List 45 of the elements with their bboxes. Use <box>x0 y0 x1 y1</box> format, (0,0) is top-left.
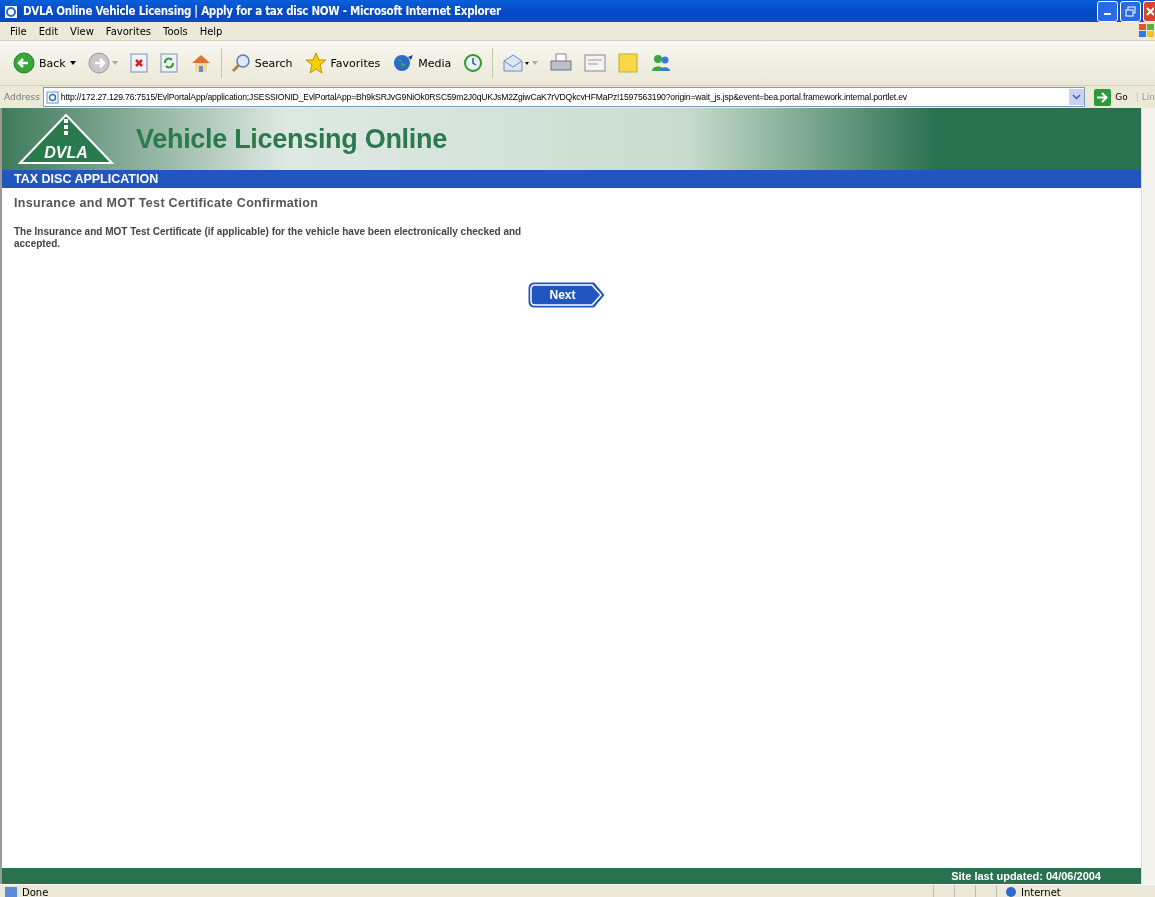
page-icon <box>45 90 59 104</box>
clock-icon[interactable] <box>463 53 484 73</box>
site-title: Vehicle Licensing Online <box>136 123 447 155</box>
confirmation-message: The Insurance and MOT Test Certificate (if applicable) for the vehicle have been electronically checked and accepted. <box>14 226 523 250</box>
minimize-button[interactable] <box>1097 0 1118 22</box>
browser-icon <box>4 3 19 19</box>
page-icon <box>4 885 18 897</box>
minimize-icon <box>1104 13 1111 15</box>
dropdown-button[interactable] <box>1069 89 1085 105</box>
toolbar-button[interactable]: Favorites <box>301 49 384 77</box>
restore-button[interactable] <box>1120 0 1141 22</box>
globe-icon[interactable] <box>392 53 415 73</box>
caret-icon <box>1072 94 1082 100</box>
globe-icon <box>1005 885 1017 897</box>
close-button[interactable] <box>1143 0 1155 22</box>
refresh-icon[interactable] <box>159 53 178 73</box>
close-icon <box>1145 5 1154 17</box>
window-title: DVLA Online Vehicle Licensing | Apply for a tax disc NOW - Microsoft Internet Explorer <box>23 4 501 18</box>
menu-item[interactable]: View <box>64 25 100 37</box>
envelope-icon[interactable] <box>502 53 531 73</box>
toolbar-button[interactable]: Media <box>389 49 455 77</box>
toolbar-button[interactable]: Back <box>10 49 79 77</box>
toolbar-button[interactable]: Search <box>227 49 296 77</box>
next-button[interactable]: Next <box>527 282 606 308</box>
restore-icon <box>1125 5 1136 17</box>
menu-item[interactable]: Edit <box>32 25 65 37</box>
go-button[interactable]: Go <box>1088 88 1134 106</box>
stop-icon[interactable] <box>129 53 148 73</box>
address-label: Address <box>4 92 40 102</box>
address-field[interactable]: http://172.27.129.76:7515/EvlPortalApp/application;JSESSIONID_EvlPortalApp=Bh9kSRJvG9NiOk0RSC59m2J0qUKJsM2ZgiwCaK7rVDQkcvHFMaPz!1597563190?origin=wait_js.jsp&event=bea.portal.framework.internal.portlet.ev <box>42 87 1086 107</box>
star-icon[interactable] <box>304 52 327 74</box>
last-updated-text: Site last updated: 04/06/2004 <box>951 870 1101 882</box>
menu-item[interactable]: Favorites <box>99 25 157 37</box>
people-icon[interactable] <box>650 53 673 73</box>
menu-item[interactable]: Tools <box>157 25 194 37</box>
menu-item[interactable]: Help <box>193 25 229 37</box>
section-bar: TAX DISC APPLICATION <box>2 170 1141 188</box>
printer-icon[interactable] <box>550 53 573 73</box>
status-text: Done <box>22 886 49 897</box>
menu-item[interactable]: File <box>4 25 33 37</box>
page-heading: Insurance and MOT Test Certificate Confirmation <box>14 196 320 210</box>
search-icon[interactable] <box>230 53 251 73</box>
zone-text: Internet <box>1021 886 1061 897</box>
arrow-icon <box>1094 88 1112 106</box>
dvla-logo: DVLA <box>16 113 116 165</box>
